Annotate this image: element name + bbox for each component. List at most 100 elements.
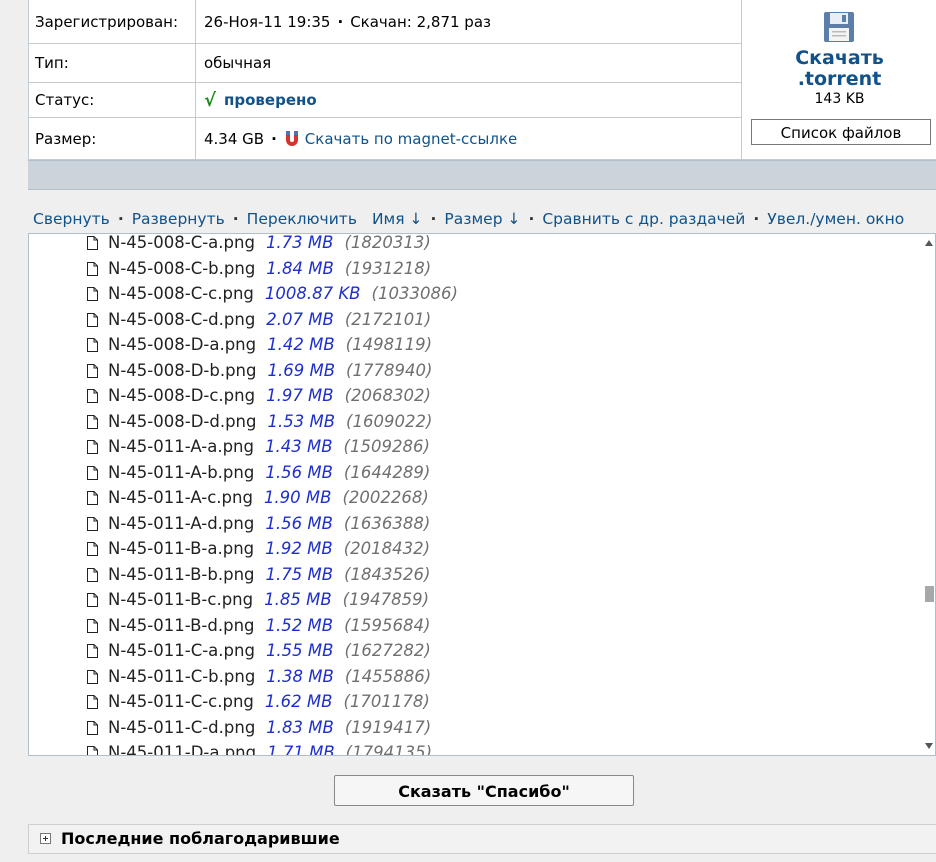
scroll-up-arrow[interactable] xyxy=(925,240,933,246)
compare-link[interactable]: Сравнить с др. раздачей xyxy=(542,210,745,228)
registered-value: 26-Ноя-11 19:35 · Скачан: 2,871 раз xyxy=(196,0,742,44)
file-name: N-45-011-B-a.png xyxy=(108,539,255,558)
recent-thanks-title[interactable]: Последние поблагодарившие xyxy=(61,829,340,848)
download-title-line1[interactable]: Скачать xyxy=(795,47,884,69)
file-name: N-45-011-A-c.png xyxy=(108,488,253,507)
toggle-link[interactable]: Переключить xyxy=(247,210,357,228)
separator: · xyxy=(117,210,124,228)
file-row[interactable]: N-45-011-B-d.png 1.52 MB (1595684) xyxy=(87,613,430,638)
file-row[interactable]: N-45-011-B-a.png 1.92 MB (2018432) xyxy=(87,536,430,561)
file-row[interactable]: N-45-011-A-a.png 1.43 MB (1509286) xyxy=(87,434,430,459)
type-value: обычная xyxy=(196,44,742,83)
check-icon: √ xyxy=(204,89,217,111)
expand-plus-icon[interactable] xyxy=(40,833,51,844)
scrollbar[interactable] xyxy=(923,234,935,755)
file-size: 1.97 MB xyxy=(266,386,334,405)
file-row[interactable]: N-45-011-C-a.png 1.55 MB (1627282) xyxy=(87,638,431,663)
file-icon xyxy=(87,234,98,250)
file-row[interactable]: N-45-011-A-c.png 1.90 MB (2002268) xyxy=(87,485,429,510)
file-size: 1.56 MB xyxy=(265,462,333,482)
registered-label: Зарегистрирован: xyxy=(29,0,196,44)
download-torrent-link[interactable]: Скачать .torrent xyxy=(742,48,936,90)
file-bytes: (1033086) xyxy=(371,284,458,303)
file-icon xyxy=(87,258,98,276)
file-row[interactable]: N-45-008-D-b.png 1.69 MB (1778940) xyxy=(87,358,432,383)
file-name: N-45-011-A-d.png xyxy=(108,513,255,533)
file-row[interactable]: N-45-008-C-d.png 2.07 MB (2172101) xyxy=(87,307,431,332)
file-size: 1.85 MB xyxy=(264,590,332,609)
file-row[interactable]: N-45-011-B-c.png 1.85 MB (1947859) xyxy=(87,587,429,612)
scroll-thumb[interactable] xyxy=(925,586,934,602)
file-row[interactable]: N-45-008-D-a.png 1.42 MB (1498119) xyxy=(87,332,432,357)
resize-window-link[interactable]: Увел./умен. окно xyxy=(767,210,904,228)
file-size: 1.42 MB xyxy=(267,335,335,354)
file-bytes: (1498119) xyxy=(345,335,433,354)
say-thanks-button[interactable]: Сказать "Спасибо" xyxy=(334,775,634,806)
magnet-link[interactable]: Скачать по magnet-ссылке xyxy=(305,130,517,148)
sort-size-link[interactable]: Размер ↓ xyxy=(444,210,520,228)
scroll-down-arrow[interactable] xyxy=(925,743,933,749)
file-icon xyxy=(87,360,98,378)
file-name: N-45-008-C-c.png xyxy=(108,284,254,303)
file-name: N-45-008-D-b.png xyxy=(108,360,257,380)
file-bytes: (1931218) xyxy=(344,258,432,278)
file-size: 1.84 MB xyxy=(266,258,334,278)
file-size: 1.38 MB xyxy=(266,666,334,686)
file-bytes: (1595684) xyxy=(344,615,431,635)
file-name: N-45-011-C-c.png xyxy=(108,692,254,711)
file-icon xyxy=(87,309,98,327)
file-size: 1.55 MB xyxy=(265,641,334,660)
recent-thanks-section[interactable]: Последние поблагодарившие xyxy=(28,824,936,854)
file-row[interactable]: N-45-011-B-b.png 1.75 MB (1843526) xyxy=(87,562,430,587)
file-name: N-45-011-C-a.png xyxy=(108,641,255,660)
file-row[interactable]: N-45-008-C-a.png 1.73 MB (1820313) xyxy=(87,233,431,255)
divider-bar xyxy=(28,160,936,190)
file-name: N-45-008-D-c.png xyxy=(108,386,256,405)
file-size: 1.69 MB xyxy=(267,360,336,380)
torrent-info-table: Зарегистрирован: 26-Ноя-11 19:35 · Скача… xyxy=(28,0,936,160)
file-name: N-45-008-C-d.png xyxy=(108,309,256,329)
status-label: Статус: xyxy=(29,83,196,118)
file-row[interactable]: N-45-008-D-c.png 1.97 MB (2068302) xyxy=(87,383,431,408)
file-size: 1008.87 KB xyxy=(264,284,361,303)
file-bytes: (1636388) xyxy=(343,513,431,533)
file-row[interactable]: N-45-008-D-d.png 1.53 MB (1609022) xyxy=(87,409,432,434)
file-row[interactable]: N-45-008-C-c.png 1008.87 KB (1033086) xyxy=(87,281,458,306)
status-verified: проверено xyxy=(224,91,317,109)
file-row[interactable]: N-45-011-A-d.png 1.56 MB (1636388) xyxy=(87,511,430,536)
file-size: 1.52 MB xyxy=(265,615,334,635)
file-icon xyxy=(87,589,98,607)
download-title-line2[interactable]: .torrent xyxy=(798,68,882,90)
size-label: Размер: xyxy=(29,118,196,160)
separator: · xyxy=(430,210,437,228)
expand-link[interactable]: Развернуть xyxy=(132,210,225,228)
file-bytes: (1778940) xyxy=(346,360,433,380)
file-row[interactable]: N-45-011-A-b.png 1.56 MB (1644289) xyxy=(87,460,430,485)
file-bytes: (1947859) xyxy=(342,590,430,609)
file-row[interactable]: N-45-011-C-d.png 1.83 MB (1919417) xyxy=(87,715,431,740)
file-list-panel[interactable]: N-45-008-C-a.png 1.73 MB (1820313) N-45-008… xyxy=(28,233,936,756)
file-row[interactable]: N-45-011-D-a.png 1.71 MB (1794135) xyxy=(87,740,433,756)
magnet-icon[interactable] xyxy=(284,130,300,148)
file-bytes: (1794135) xyxy=(345,743,433,756)
file-row[interactable]: N-45-011-C-c.png 1.62 MB (1701178) xyxy=(87,689,430,714)
file-bytes: (1644289) xyxy=(343,462,431,482)
file-bytes: (1509286) xyxy=(343,437,430,456)
file-row[interactable]: N-45-008-C-b.png 1.84 MB (1931218) xyxy=(87,256,431,281)
file-bytes: (2002268) xyxy=(342,488,429,507)
file-list-button[interactable]: Список файлов xyxy=(751,119,931,145)
file-name: N-45-011-B-b.png xyxy=(108,564,255,584)
file-bytes: (1820313) xyxy=(344,233,431,252)
separator: · xyxy=(528,210,535,228)
floppy-disk-icon[interactable] xyxy=(823,11,855,43)
file-row[interactable]: N-45-011-C-b.png 1.38 MB (1455886) xyxy=(87,664,431,689)
file-icon xyxy=(87,742,98,755)
file-size: 2.07 MB xyxy=(266,309,334,329)
file-icon xyxy=(87,462,98,480)
collapse-link[interactable]: Свернуть xyxy=(33,210,110,228)
separator: · xyxy=(271,129,277,148)
file-size: 1.71 MB xyxy=(267,743,335,756)
sort-name-link[interactable]: Имя ↓ xyxy=(372,210,423,228)
file-bytes: (2172101) xyxy=(344,309,432,329)
separator: · xyxy=(337,12,344,31)
